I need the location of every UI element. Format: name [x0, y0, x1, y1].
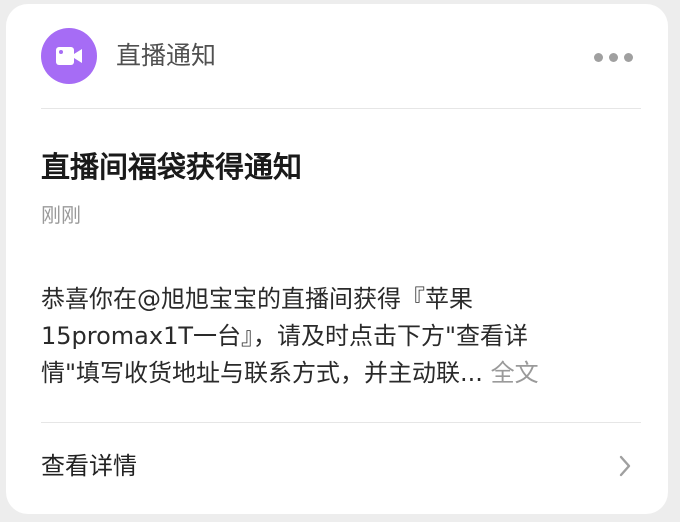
- message-body-line: 15promax1T一台』，请及时点击下方"查看详: [41, 322, 529, 350]
- full-text-link[interactable]: 全文: [491, 359, 539, 387]
- more-dots-icon: [594, 53, 603, 62]
- message-time: 刚刚: [41, 203, 81, 227]
- more-dot: [624, 53, 633, 62]
- view-details-label: 查看详情: [41, 452, 137, 480]
- message-body-line-text: 情"填写收货地址与联系方式，并主动联...: [41, 359, 483, 387]
- notification-header: 直播通知: [6, 4, 668, 108]
- notification-card[interactable]: 直播通知 直播间福袋获得通知 刚刚 恭喜你在@旭旭宝宝的直播间获得『苹果 15p…: [6, 4, 668, 514]
- view-details-button[interactable]: 查看详情: [6, 422, 668, 514]
- message-title: 直播间福袋获得通知: [41, 150, 303, 184]
- more-button[interactable]: [588, 40, 638, 74]
- message-body: 恭喜你在@旭旭宝宝的直播间获得『苹果 15promax1T一台』，请及时点击下方…: [41, 281, 641, 392]
- message-body-line-last: 情"填写收货地址与联系方式，并主动联... 全文: [41, 355, 641, 392]
- video-camera-icon: [41, 28, 97, 84]
- chevron-right-icon: [619, 455, 631, 477]
- message-body-line: 恭喜你在@旭旭宝宝的直播间获得『苹果: [41, 285, 473, 313]
- more-dot: [609, 53, 618, 62]
- app-title: 直播通知: [116, 41, 217, 70]
- header-divider: [41, 108, 641, 109]
